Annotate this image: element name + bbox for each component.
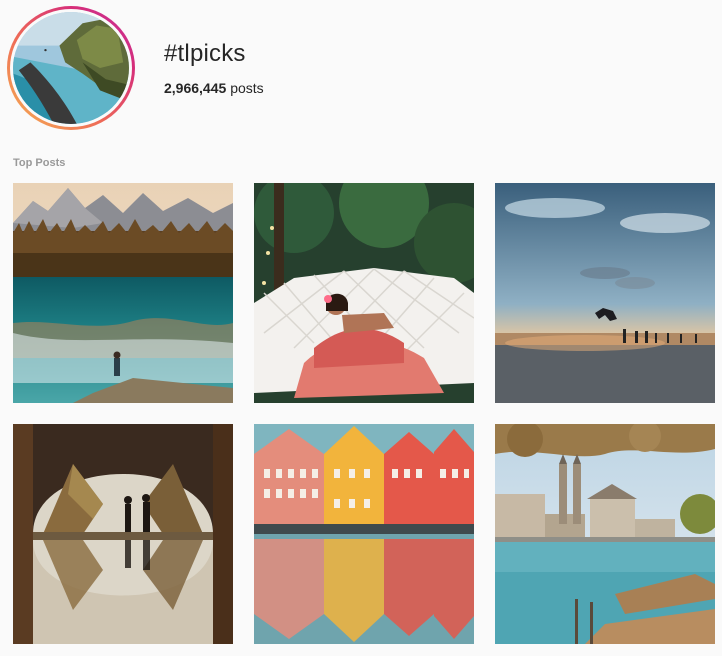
- lakeside-city-photo-icon: [495, 424, 715, 644]
- post-tile-4[interactable]: [13, 424, 233, 644]
- colorful-houses-reflection-photo-icon: [254, 424, 474, 644]
- woman-in-hammock-photo-icon: [254, 183, 474, 403]
- couple-in-tunnel-photo-icon: [13, 424, 233, 644]
- post-tile-2[interactable]: [254, 183, 474, 403]
- mountain-lake-photo-icon: [13, 183, 233, 403]
- top-posts-grid: [0, 0, 722, 656]
- post-tile-1[interactable]: [13, 183, 233, 403]
- post-tile-3[interactable]: [495, 183, 715, 403]
- post-tile-6[interactable]: [495, 424, 715, 644]
- beach-sunset-jump-photo-icon: [495, 183, 715, 403]
- post-tile-5[interactable]: [254, 424, 474, 644]
